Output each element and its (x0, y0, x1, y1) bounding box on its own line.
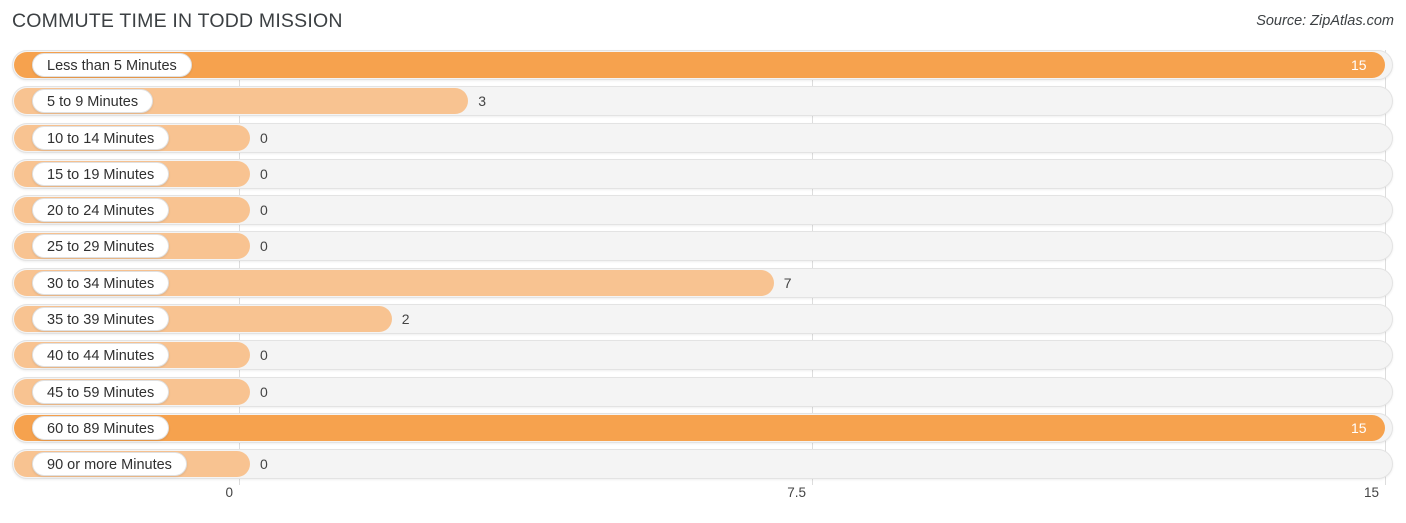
bar-row[interactable]: 30 to 34 Minutes 7 (0, 267, 1406, 298)
bar-value-label: 0 (260, 238, 268, 255)
bar-fill (14, 414, 1385, 441)
bar-row[interactable]: 20 to 24 Minutes 0 (0, 195, 1406, 226)
bar-value-label: 0 (260, 129, 268, 146)
commute-time-chart: COMMUTE TIME IN TODD MISSION Source: Zip… (0, 0, 1406, 523)
bar-fill (14, 52, 1385, 78)
bar-row[interactable]: 90 or more Minutes 0 (0, 449, 1406, 480)
category-label: 60 to 89 Minutes (32, 415, 170, 440)
bar-value-label: 0 (260, 347, 268, 364)
bar-value-label: 7 (783, 274, 792, 291)
category-label: 15 to 19 Minutes (32, 161, 170, 186)
x-axis-tick: 7.5 (787, 485, 806, 500)
bar-value-label: 15 (1351, 57, 1367, 73)
category-label: 20 to 24 Minutes (32, 198, 170, 223)
category-label: Less than 5 Minutes (32, 53, 192, 77)
bar-value-label: 3 (478, 93, 486, 110)
bar-row[interactable]: 25 to 29 Minutes 0 (0, 231, 1406, 262)
x-axis-tick: 0 (225, 485, 233, 500)
bar-value-label: 0 (260, 202, 268, 219)
plot-area: Less than 5 Minutes 15 5 to 9 Minutes 3 10 t… (0, 50, 1406, 485)
source-attribution: Source: ZipAtlas.com (1256, 13, 1394, 29)
bar-row[interactable]: Less than 5 Minutes 15 (0, 50, 1406, 80)
x-axis: 0 7.5 15 (0, 485, 1406, 523)
bar-row[interactable]: 10 to 14 Minutes 0 (0, 122, 1406, 153)
category-label: 5 to 9 Minutes (32, 89, 154, 114)
bar-row[interactable]: 60 to 89 Minutes 15 (0, 412, 1406, 443)
bar-row[interactable]: 15 to 19 Minutes 0 (0, 158, 1406, 189)
bar-rows: Less than 5 Minutes 15 5 to 9 Minutes 3 10 t… (0, 50, 1406, 486)
bar-value-label: 0 (260, 165, 268, 182)
bar-value-label: 0 (260, 383, 268, 400)
bar-value-label: 2 (401, 311, 410, 328)
bar-value-label: 0 (260, 456, 268, 473)
bar-value-label: 15 (1351, 419, 1367, 436)
bar-row[interactable]: 45 to 59 Minutes 0 (0, 376, 1406, 407)
x-axis-tick: 15 (1363, 485, 1379, 500)
page-title: COMMUTE TIME IN TODD MISSION (12, 10, 343, 32)
category-label: 30 to 34 Minutes (32, 270, 170, 295)
category-label: 10 to 14 Minutes (32, 125, 170, 150)
category-label: 40 to 44 Minutes (32, 343, 170, 368)
bar-row[interactable]: 40 to 44 Minutes 0 (0, 340, 1406, 371)
category-label: 90 or more Minutes (32, 452, 187, 477)
category-label: 45 to 59 Minutes (32, 379, 170, 404)
category-label: 35 to 39 Minutes (32, 307, 170, 332)
bar-row[interactable]: 5 to 9 Minutes 3 (0, 86, 1406, 117)
category-label: 25 to 29 Minutes (32, 234, 170, 259)
bar-row[interactable]: 35 to 39 Minutes 2 (0, 304, 1406, 335)
